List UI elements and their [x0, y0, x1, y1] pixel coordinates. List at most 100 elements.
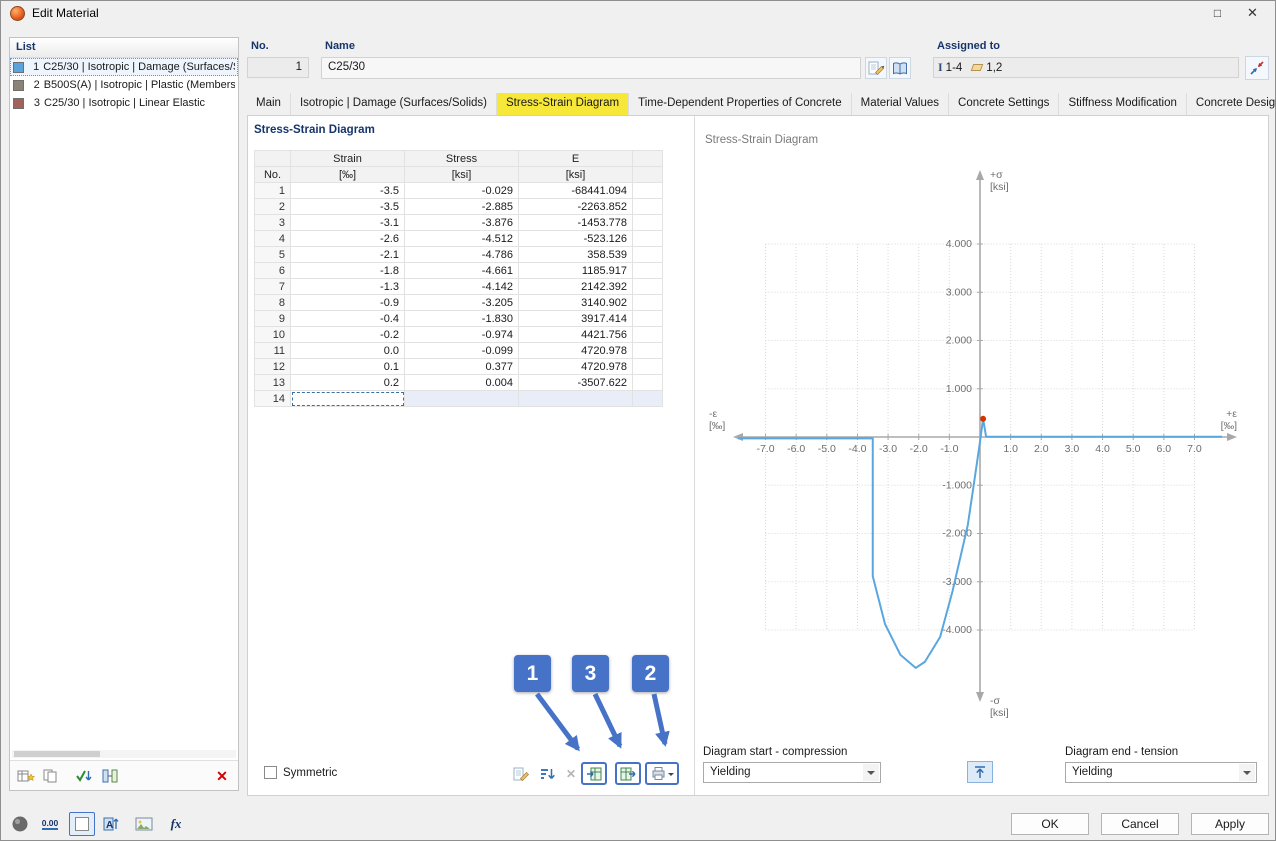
- e-modulus-cell[interactable]: 1185.917: [519, 263, 633, 279]
- diagram-end-select[interactable]: Yielding: [1065, 762, 1257, 783]
- stress-cell[interactable]: 0.377: [405, 359, 519, 375]
- tab-material-values[interactable]: Material Values: [852, 93, 949, 115]
- e-modulus-cell[interactable]: -2263.852: [519, 199, 633, 215]
- e-modulus-cell[interactable]: 3917.414: [519, 311, 633, 327]
- strain-cell[interactable]: -3.5: [291, 199, 405, 215]
- strain-cell[interactable]: -0.2: [291, 327, 405, 343]
- list-horizontal-scrollbar[interactable]: [12, 750, 236, 758]
- material-no-field: 1: [247, 57, 309, 78]
- stress-cell[interactable]: -4.512: [405, 231, 519, 247]
- column-header: [633, 167, 663, 183]
- clear-table-button[interactable]: ✕: [559, 762, 583, 785]
- formula-button[interactable]: fx: [163, 812, 189, 836]
- material-library-button[interactable]: [889, 57, 911, 79]
- app-icon: [10, 6, 25, 21]
- color-display-button[interactable]: [69, 812, 95, 836]
- table-row: 1-3.5-0.029-68441.094: [255, 183, 663, 199]
- tab-time-dependent-properties-of-concrete[interactable]: Time-Dependent Properties of Concrete: [629, 93, 851, 115]
- check-materials-button[interactable]: [72, 765, 96, 787]
- list-item[interactable]: 1C25/30 | Isotropic | Damage (Surfaces/S…: [10, 58, 238, 76]
- strain-cell[interactable]: -0.4: [291, 311, 405, 327]
- tab-stiffness-modification[interactable]: Stiffness Modification: [1059, 93, 1186, 115]
- e-modulus-cell[interactable]: 4720.978: [519, 359, 633, 375]
- stress-cell[interactable]: -1.830: [405, 311, 519, 327]
- ok-button[interactable]: OK: [1011, 813, 1089, 835]
- stress-cell[interactable]: -0.029: [405, 183, 519, 199]
- stress-strain-chart: -7.0-6.0-5.0-4.0-3.0-2.0-1.01.02.03.04.0…: [703, 150, 1263, 750]
- new-material-button[interactable]: [14, 765, 38, 787]
- rendering-sphere-button[interactable]: [7, 812, 33, 836]
- tab-concrete-design[interactable]: Concrete Design: [1187, 93, 1276, 115]
- stress-cell[interactable]: -2.885: [405, 199, 519, 215]
- strain-cell[interactable]: -0.9: [291, 295, 405, 311]
- stress-cell[interactable]: -3.205: [405, 295, 519, 311]
- svg-text:1.000: 1.000: [946, 383, 972, 395]
- extra-cell: [633, 215, 663, 231]
- export-table-button[interactable]: [615, 762, 641, 785]
- diagram-start-select[interactable]: Yielding: [703, 762, 881, 783]
- stress-cell[interactable]: [405, 391, 519, 407]
- rename-material-button[interactable]: [865, 57, 887, 79]
- stress-cell[interactable]: -0.974: [405, 327, 519, 343]
- tab-stress-strain-diagram[interactable]: Stress-Strain Diagram: [497, 93, 629, 115]
- strain-cell[interactable]: -2.1: [291, 247, 405, 263]
- select-assigned-objects-button[interactable]: [1245, 56, 1269, 80]
- e-modulus-cell[interactable]: 4720.978: [519, 343, 633, 359]
- stress-cell[interactable]: 0.004: [405, 375, 519, 391]
- delete-all-materials-button[interactable]: ✕: [210, 765, 234, 787]
- dimensions-button[interactable]: A: [99, 812, 125, 836]
- table-options-dropdown-button[interactable]: [645, 762, 679, 785]
- tab-concrete-settings[interactable]: Concrete Settings: [949, 93, 1059, 115]
- list-item[interactable]: 2B500S(A) | Isotropic | Plastic (Members…: [10, 76, 238, 94]
- e-modulus-cell[interactable]: -1453.778: [519, 215, 633, 231]
- strain-cell[interactable]: -3.5: [291, 183, 405, 199]
- apply-button[interactable]: Apply: [1191, 813, 1269, 835]
- stress-cell[interactable]: -4.786: [405, 247, 519, 263]
- svg-text:-1.0: -1.0: [940, 443, 958, 455]
- stress-cell[interactable]: -4.142: [405, 279, 519, 295]
- tab-main[interactable]: Main: [247, 93, 291, 115]
- material-label: C25/30 | Isotropic | Linear Elastic: [44, 97, 205, 109]
- sort-rows-button[interactable]: [535, 762, 559, 785]
- cancel-button[interactable]: Cancel: [1101, 813, 1179, 835]
- strain-cell[interactable]: 0.0: [291, 343, 405, 359]
- e-modulus-cell[interactable]: -68441.094: [519, 183, 633, 199]
- stress-cell[interactable]: -4.661: [405, 263, 519, 279]
- material-name-input[interactable]: C25/30: [321, 57, 861, 79]
- strain-cell[interactable]: -3.1: [291, 215, 405, 231]
- stress-cell[interactable]: -0.099: [405, 343, 519, 359]
- import-table-button[interactable]: [581, 762, 607, 785]
- tab-content: Stress-Strain Diagram StrainStressENo.[‰…: [247, 115, 1269, 796]
- e-modulus-cell[interactable]: -3507.622: [519, 375, 633, 391]
- strain-cell[interactable]: -1.8: [291, 263, 405, 279]
- copy-material-button[interactable]: [38, 765, 62, 787]
- strain-cell[interactable]: 0.1: [291, 359, 405, 375]
- list-item[interactable]: 3C25/30 | Isotropic | Linear Elastic: [10, 94, 238, 112]
- decimal-places-button[interactable]: 0.00: [37, 812, 63, 836]
- image-button[interactable]: [131, 812, 157, 836]
- e-modulus-cell[interactable]: [519, 391, 633, 407]
- compare-materials-button[interactable]: [98, 765, 122, 787]
- strain-cell[interactable]: 0.2: [291, 375, 405, 391]
- e-modulus-cell[interactable]: -523.126: [519, 231, 633, 247]
- scrollbar-thumb[interactable]: [14, 751, 100, 757]
- delete-all-icon: ✕: [216, 768, 228, 785]
- tension-limit-button[interactable]: [967, 761, 993, 783]
- import-icon: [586, 766, 602, 782]
- strain-cell[interactable]: -1.3: [291, 279, 405, 295]
- copy-icon: [42, 768, 58, 784]
- tab-isotropic-damage-surfaces-solids[interactable]: Isotropic | Damage (Surfaces/Solids): [291, 93, 497, 115]
- arrow-up-to-line-icon: [973, 765, 987, 779]
- e-modulus-cell[interactable]: 358.539: [519, 247, 633, 263]
- e-modulus-cell[interactable]: 2142.392: [519, 279, 633, 295]
- stress-cell[interactable]: -3.876: [405, 215, 519, 231]
- e-modulus-cell[interactable]: 4421.756: [519, 327, 633, 343]
- material-color-swatch: [13, 98, 24, 109]
- edit-diagram-button[interactable]: [509, 762, 533, 785]
- symmetric-checkbox[interactable]: [264, 766, 277, 779]
- material-list-panel: List 1C25/30 | Isotropic | Damage (Surfa…: [9, 37, 239, 791]
- strain-cell[interactable]: -2.6: [291, 231, 405, 247]
- e-modulus-cell[interactable]: 3140.902: [519, 295, 633, 311]
- close-icon[interactable]: ✕: [1230, 1, 1275, 25]
- strain-cell[interactable]: [291, 391, 405, 407]
